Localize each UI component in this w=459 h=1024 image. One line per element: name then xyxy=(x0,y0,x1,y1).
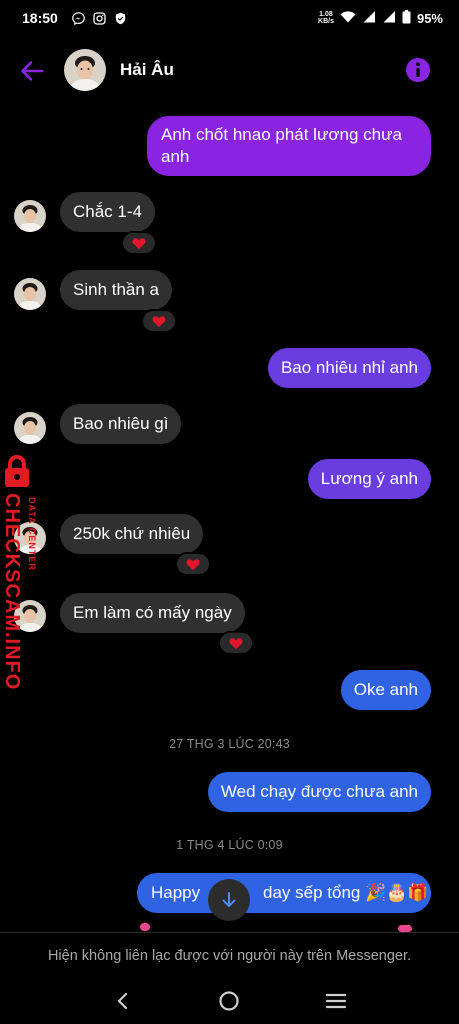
nav-back-button[interactable] xyxy=(108,986,138,1016)
unavailable-notice: Hiện không liên lạc được với người này t… xyxy=(0,932,459,978)
message-timestamp: 27 THG 3 LÚC 20:43 xyxy=(169,737,290,751)
info-icon xyxy=(406,58,430,82)
message-bubble-incoming[interactable]: Em làm có mấy ngày xyxy=(60,593,245,633)
message-timestamp: 1 THG 4 LÚC 0:09 xyxy=(176,838,283,852)
chat-header: Hải Âu xyxy=(0,44,459,98)
lock-icon xyxy=(5,455,29,487)
home-circle-icon xyxy=(219,991,240,1011)
chevron-left-icon xyxy=(118,992,128,1010)
watermark-brand: CHECKSCAM.INFO xyxy=(1,493,23,691)
messenger-icon xyxy=(72,11,85,25)
message-bubble-incoming[interactable]: 250k chứ nhiêu xyxy=(60,514,204,554)
heart-icon xyxy=(186,558,200,570)
instagram-icon xyxy=(93,11,106,25)
heart-icon xyxy=(229,637,243,649)
message-bubble-outgoing[interactable]: Anh chốt hnao phát lương chưa anh xyxy=(147,116,431,176)
info-button[interactable] xyxy=(405,57,431,83)
nav-home-button[interactable] xyxy=(214,986,244,1016)
unavailable-notice-text: Hiện không liên lạc được với người này t… xyxy=(47,947,412,964)
sender-avatar[interactable] xyxy=(14,200,46,232)
arrow-down-icon xyxy=(222,892,236,907)
heart-reaction[interactable] xyxy=(218,631,254,655)
message-bubble-outgoing[interactable]: Oke anh xyxy=(340,670,431,710)
message-bubble-incoming[interactable]: Sinh thần a xyxy=(60,270,173,310)
battery-icon xyxy=(402,9,411,27)
contact-avatar[interactable] xyxy=(64,49,106,91)
back-arrow-icon xyxy=(21,61,44,81)
message-bubble-outgoing[interactable]: Lương ý anh xyxy=(307,459,431,499)
sender-avatar[interactable] xyxy=(14,278,46,310)
battery-percent: 95% xyxy=(416,10,443,26)
net-speed: 1.08 KB/s xyxy=(318,11,334,25)
heart-reaction[interactable] xyxy=(141,309,177,333)
back-button[interactable] xyxy=(18,57,46,85)
status-time: 18:50 xyxy=(22,10,58,26)
checkscam-watermark: CHECKSCAM.INFO DATA CENTER xyxy=(0,455,48,690)
status-bar: 18:50 1.08 KB/s 95% xyxy=(0,0,459,36)
heart-icon xyxy=(152,315,166,327)
message-bubble-incoming[interactable]: Chắc 1-4 xyxy=(60,192,155,232)
scroll-to-bottom-button[interactable] xyxy=(208,879,250,921)
message-bubble-incoming[interactable]: Bao nhiêu gì xyxy=(60,404,182,444)
sender-avatar[interactable] xyxy=(14,412,46,444)
wifi-icon xyxy=(340,10,356,26)
nav-recents-button[interactable] xyxy=(321,986,351,1016)
system-nav-bar xyxy=(0,978,459,1024)
signal-icon-2 xyxy=(382,10,396,26)
signal-icon-1 xyxy=(362,10,376,26)
message-bubble-outgoing[interactable]: Happy day sếp tổng 🎉🎂🎁 xyxy=(137,873,431,913)
watermark-sub: DATA CENTER xyxy=(27,497,37,571)
heart-reaction-partial xyxy=(398,925,412,932)
heart-reaction-partial xyxy=(140,923,150,931)
message-bubble-outgoing[interactable]: Wed chạy được chưa anh xyxy=(207,772,431,812)
heart-icon xyxy=(132,237,146,249)
shield-icon xyxy=(114,12,127,25)
heart-reaction[interactable] xyxy=(121,231,157,255)
contact-name[interactable]: Hải Âu xyxy=(120,60,174,80)
menu-icon xyxy=(325,993,346,1009)
heart-reaction[interactable] xyxy=(175,552,211,576)
message-bubble-outgoing[interactable]: Bao nhiêu nhỉ anh xyxy=(267,348,431,388)
